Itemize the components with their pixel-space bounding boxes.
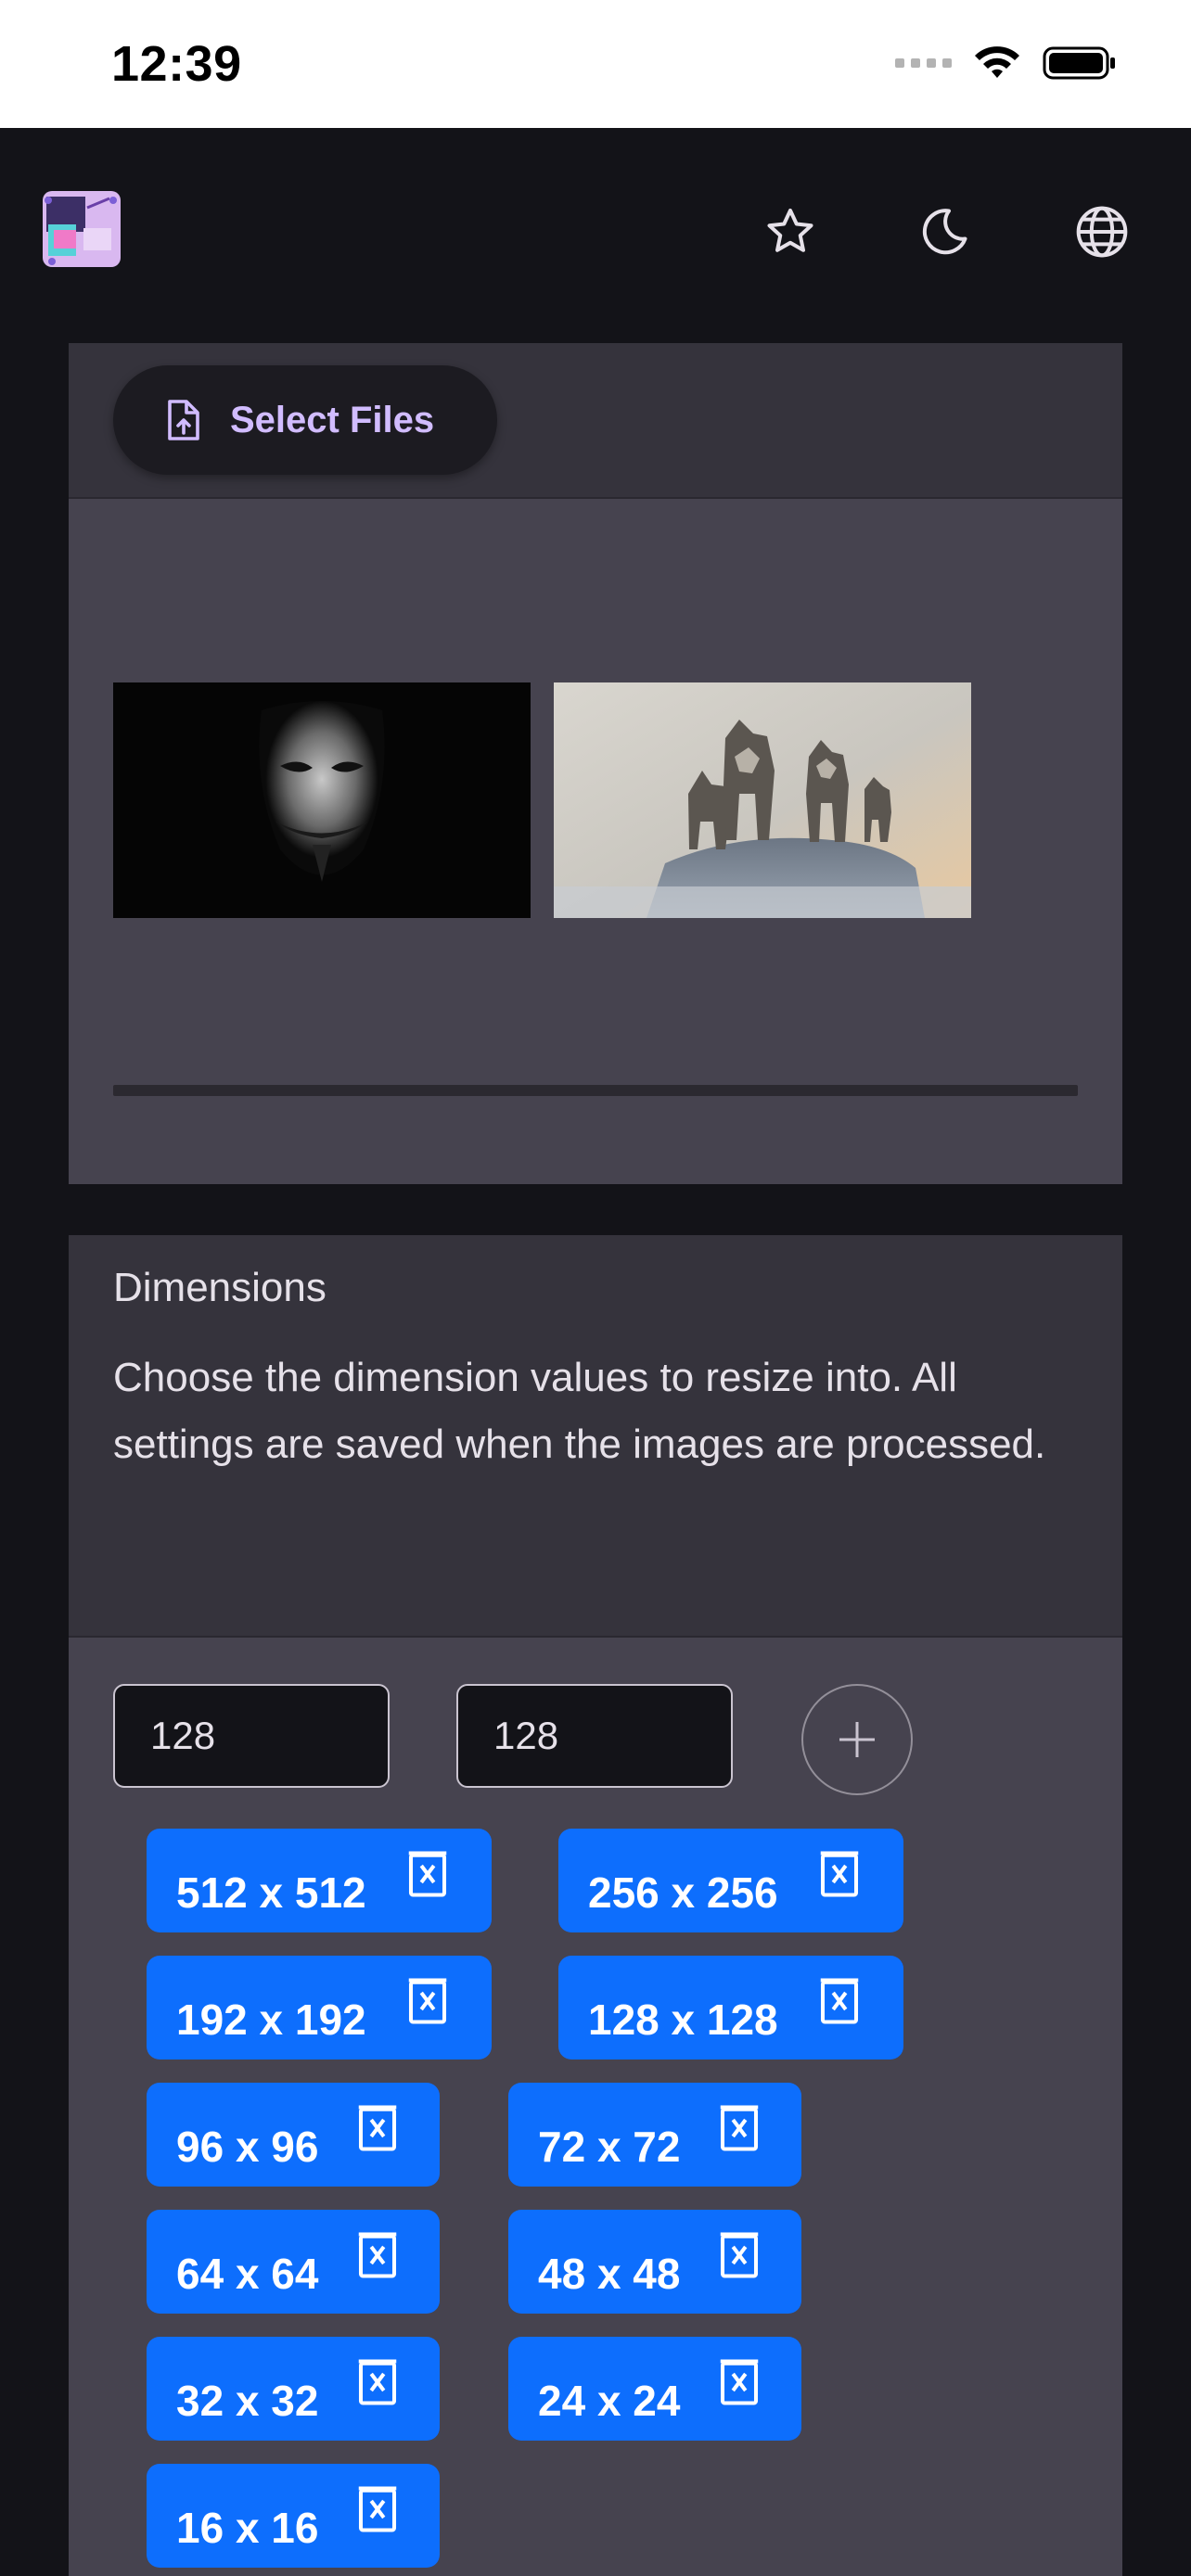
app-bar — [0, 128, 1191, 343]
globe-icon[interactable] — [1072, 202, 1132, 261]
width-input[interactable]: 128 — [113, 1684, 390, 1788]
delete-icon[interactable] — [718, 2357, 761, 2407]
chip-label: 512 x 512 — [176, 1868, 366, 1917]
dimension-chip: 128 x 128 — [558, 1956, 903, 2060]
status-bar: 12:39 — [0, 0, 1191, 128]
chip-label: 96 x 96 — [176, 2123, 319, 2171]
status-time: 12:39 — [111, 36, 242, 92]
dimension-chip: 64 x 64 — [147, 2210, 440, 2314]
select-files-button[interactable]: Select Files — [113, 365, 497, 475]
chip-label: 72 x 72 — [538, 2123, 681, 2171]
chip-label: 64 x 64 — [176, 2250, 319, 2298]
dimension-chip: 72 x 72 — [508, 2083, 801, 2187]
signal-icon — [895, 58, 952, 68]
dimension-chip: 96 x 96 — [147, 2083, 440, 2187]
star-icon[interactable] — [761, 202, 820, 261]
delete-icon[interactable] — [356, 2103, 399, 2153]
anonymous-mask-image[interactable] — [113, 682, 531, 918]
app-logo[interactable] — [39, 187, 124, 271]
dimension-chip: 512 x 512 — [147, 1829, 492, 1932]
upload-card: Select Files — [69, 343, 1122, 1184]
chip-label: 32 x 32 — [176, 2377, 319, 2425]
chip-label: 16 x 16 — [176, 2504, 319, 2552]
chip-label: 192 x 192 — [176, 1996, 366, 2044]
dimension-chip: 256 x 256 — [558, 1829, 903, 1932]
status-icons — [895, 45, 1117, 82]
dimensions-card-header: Dimensions Choose the dimension values t… — [69, 1235, 1122, 1638]
wifi-icon — [975, 46, 1019, 78]
upload-progress-bar — [113, 1085, 1078, 1096]
height-input[interactable]: 128 — [456, 1684, 733, 1788]
delete-icon[interactable] — [356, 2484, 399, 2534]
dimensions-description: Choose the dimension values to resize in… — [113, 1355, 1046, 1467]
dimension-chip: 192 x 192 — [147, 1956, 492, 2060]
delete-icon[interactable] — [818, 1849, 861, 1899]
dimension-chip: 24 x 24 — [508, 2337, 801, 2441]
upload-card-header: Select Files — [69, 343, 1122, 499]
dimension-chip: 48 x 48 — [508, 2210, 801, 2314]
dimensions-title: Dimensions — [113, 1265, 327, 1310]
moon-icon[interactable] — [915, 202, 974, 261]
delete-icon[interactable] — [356, 2230, 399, 2280]
chip-label: 128 x 128 — [588, 1996, 778, 2044]
chip-label: 48 x 48 — [538, 2250, 681, 2298]
dimensions-card: Dimensions Choose the dimension values t… — [69, 1235, 1122, 2576]
chip-label: 256 x 256 — [588, 1868, 778, 1917]
delete-icon[interactable] — [406, 1976, 449, 2026]
delete-icon[interactable] — [718, 2230, 761, 2280]
file-upload-icon — [168, 400, 199, 440]
dimension-chip: 32 x 32 — [147, 2337, 440, 2441]
delete-icon[interactable] — [356, 2357, 399, 2407]
delete-icon[interactable] — [718, 2103, 761, 2153]
plus-icon — [839, 1722, 875, 1757]
chip-label: 24 x 24 — [538, 2377, 681, 2425]
delete-icon[interactable] — [818, 1976, 861, 2026]
delete-icon[interactable] — [406, 1849, 449, 1899]
dimension-chip: 16 x 16 — [147, 2464, 440, 2568]
add-dimension-button[interactable] — [801, 1684, 913, 1795]
wolves-image[interactable] — [554, 682, 971, 918]
select-files-label: Select Files — [230, 399, 435, 440]
battery-icon — [1043, 46, 1115, 80]
